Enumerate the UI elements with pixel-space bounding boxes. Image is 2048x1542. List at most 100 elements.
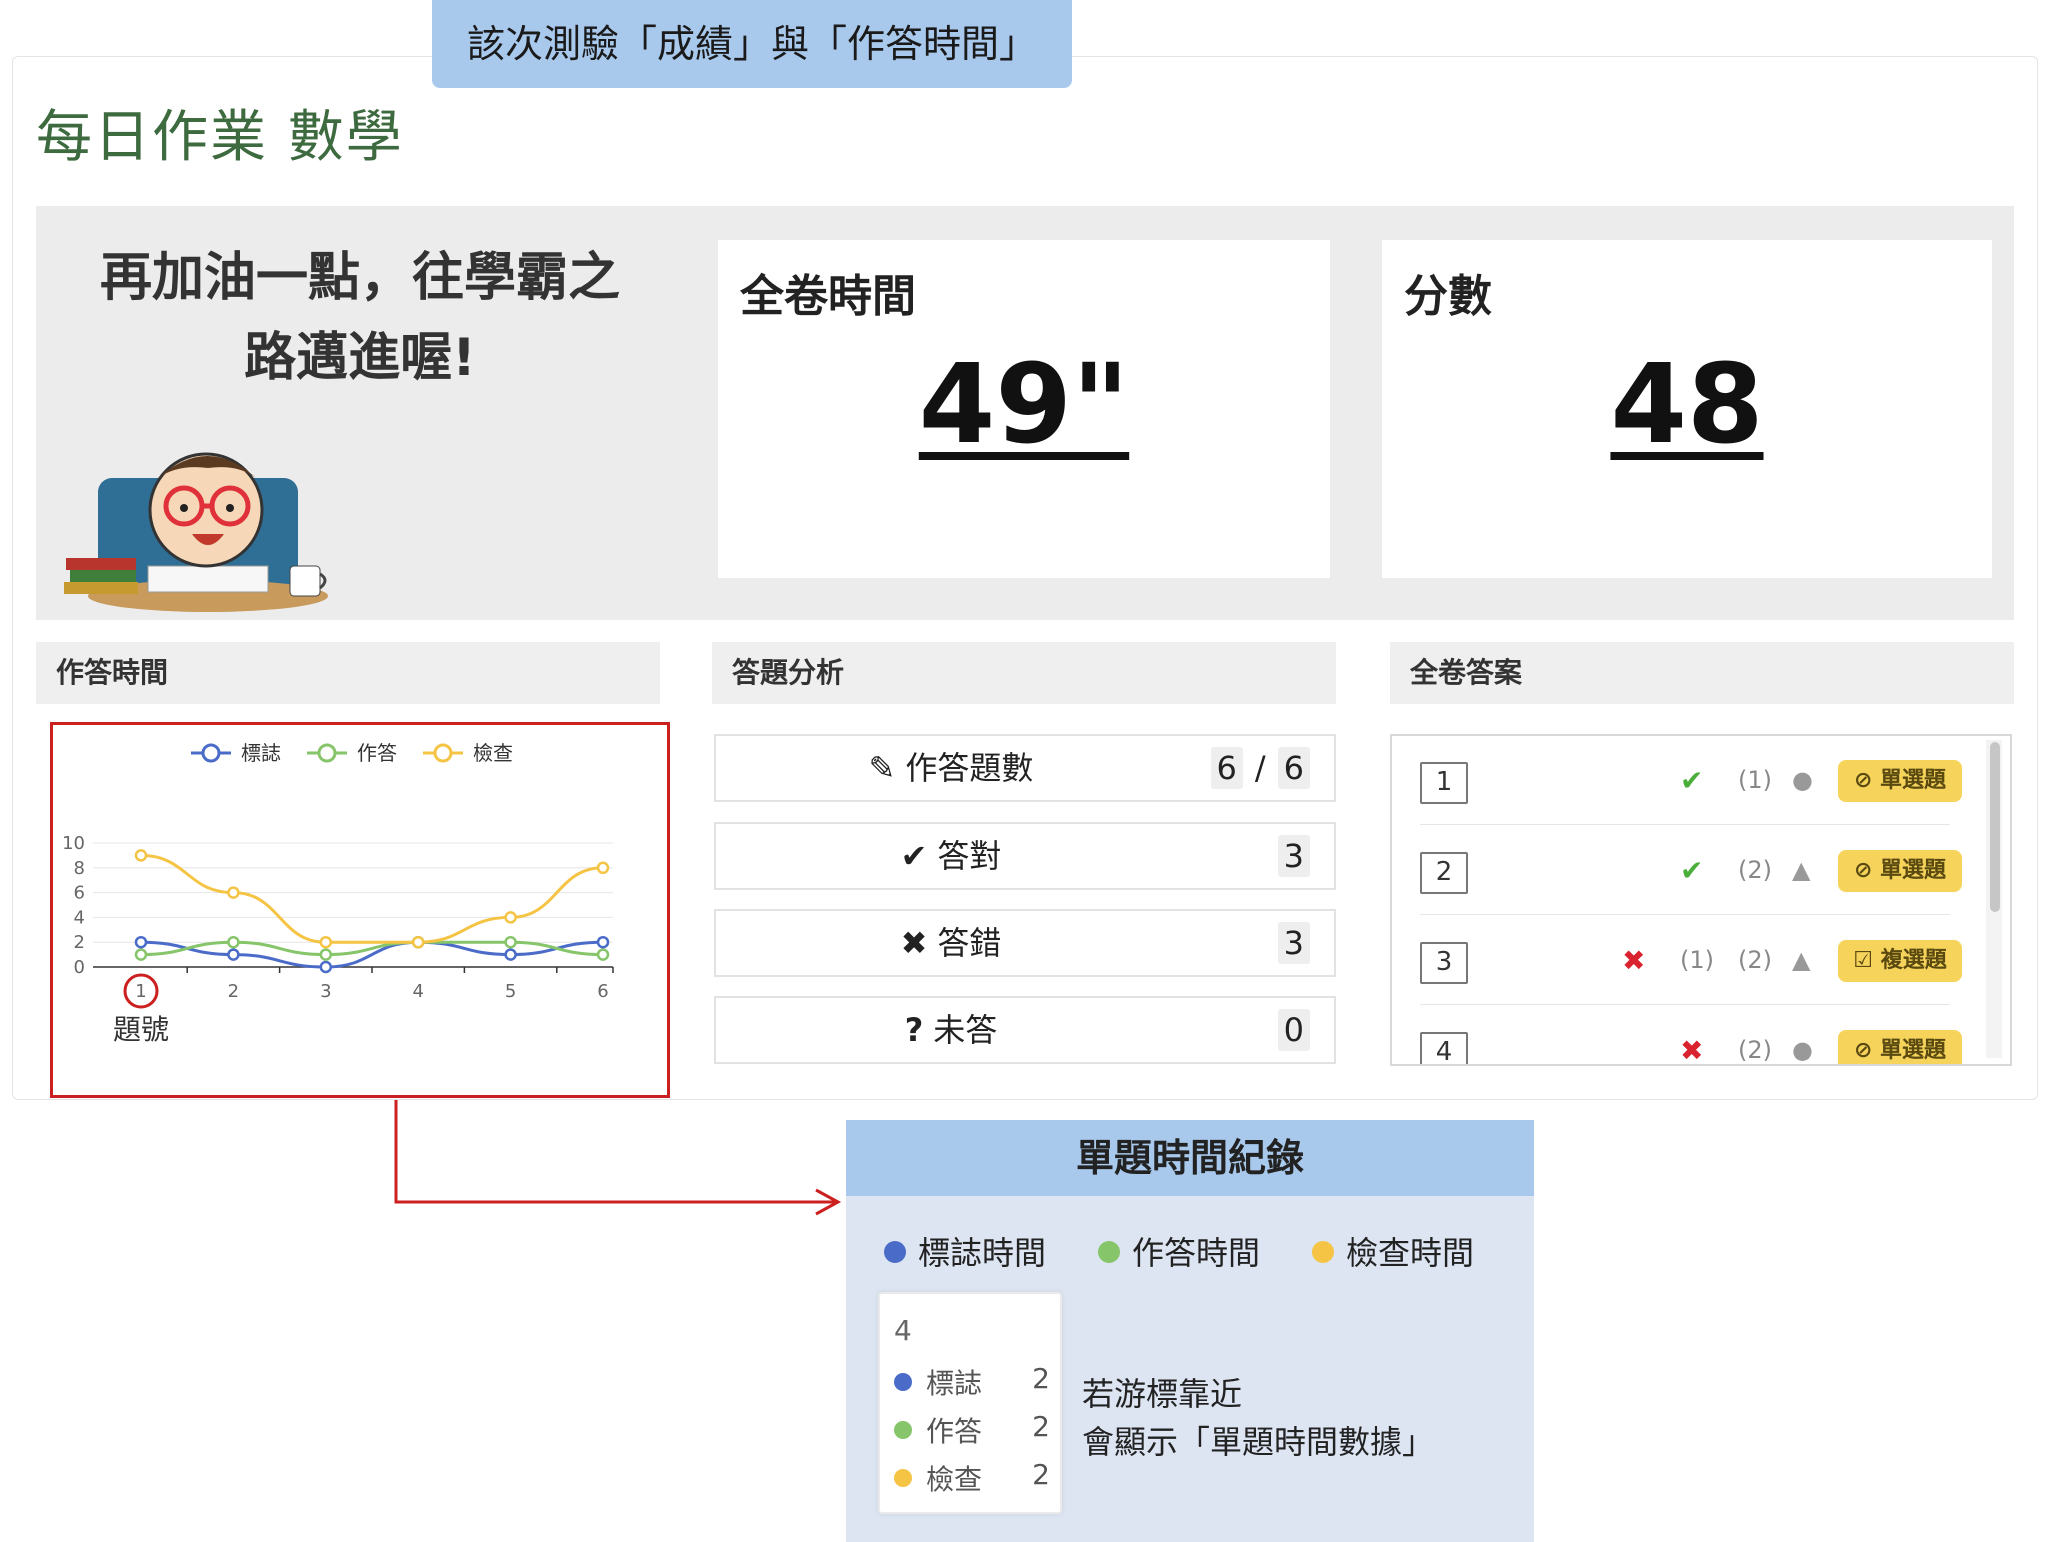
series-line (140, 853, 604, 944)
correct-label-wrap: ✔ 答對 (716, 824, 1186, 888)
answer-row[interactable]: 4 ✖ (2) ● ⊘ 單選題 (1420, 1006, 1962, 1066)
answer-row[interactable]: 1 ✔ (1) ● ⊘ 單選題 (1420, 736, 1962, 825)
analysis-row-answered: ✎ 作答題數 6 / 6 (714, 734, 1336, 802)
data-point (227, 935, 240, 949)
section-header-answers: 全卷答案 (1390, 642, 2014, 704)
correct-check-icon: ✔ (1680, 854, 1704, 887)
wrong-label-wrap: ✖ 答錯 (716, 911, 1186, 975)
x-tick-label: 1 (135, 981, 146, 1002)
legend-label: 檢查時間 (1346, 1234, 1475, 1272)
tooltip-label: 標誌 (926, 1367, 983, 1400)
question-type-badge[interactable]: ⊘ 單選題 (1838, 760, 1962, 802)
total-time-value: 49" (918, 340, 1130, 468)
answered-label: 作答題數 (905, 749, 1034, 787)
total-time-label: 全卷時間 (740, 271, 916, 322)
x-tick-label: 4 (412, 981, 423, 1002)
page-title: 每日作業 數學 (36, 105, 404, 170)
question-type-badge[interactable]: ⊘ 單選題 (1838, 1030, 1962, 1064)
legend-label: 標誌 (241, 741, 281, 765)
data-point (504, 935, 517, 949)
tooltip-label: 作答 (926, 1415, 983, 1448)
section-header-answer-time: 作答時間 (36, 642, 660, 704)
data-point (411, 935, 425, 949)
y-tick-label: 6 (74, 883, 85, 904)
encouragement-line1: 再加油一點，往學霸之 (99, 248, 620, 308)
y-tick-label: 0 (74, 957, 85, 978)
answer-row[interactable]: 2 ✔ (2) ▲ ⊘ 單選題 (1420, 826, 1962, 915)
chart-tooltip: 4 標誌 2 作答 2 檢查 2 (878, 1292, 1062, 1514)
legend-label: 作答 (357, 741, 397, 765)
legend-item-mark-time: 標誌時間 (884, 1228, 1046, 1274)
tooltip-x-value: 4 (894, 1314, 912, 1347)
legend-label: 作答時間 (1132, 1234, 1261, 1272)
data-point (596, 948, 610, 961)
circle-mark-icon: ● (1792, 766, 1813, 794)
callout-note-line2: 會顯示「單題時間數據」 (1082, 1423, 1435, 1461)
data-point (504, 911, 517, 924)
question-number[interactable]: 3 (1420, 942, 1468, 984)
answer-row[interactable]: 3 ✖ (1) (2) ▲ ☑ 複選題 (1420, 916, 1962, 1005)
legend-item-answer-time: 作答時間 (1098, 1228, 1260, 1274)
analysis-row-correct: ✔ 答對 3 (714, 822, 1336, 890)
x-tick-label: 3 (320, 981, 331, 1002)
legend-label: 標誌時間 (918, 1234, 1047, 1272)
question-number[interactable]: 2 (1420, 852, 1468, 894)
legend-dot (884, 1241, 906, 1263)
x-tick-label: 2 (228, 981, 239, 1002)
tooltip-value: 2 (1032, 1458, 1050, 1491)
legend-marker (201, 743, 221, 763)
legend-dot (1312, 1241, 1334, 1263)
y-tick-label: 4 (74, 907, 85, 928)
student-mascot-icon (64, 452, 328, 612)
score-value-wrap: 48 (1382, 340, 1992, 468)
analysis-row-unanswered: ? 未答 0 (714, 996, 1336, 1064)
y-tick-label: 8 (74, 858, 85, 879)
legend-item-check-time: 檢查時間 (1312, 1228, 1474, 1274)
question-type-badge[interactable]: ⊘ 單選題 (1838, 850, 1962, 892)
data-point (227, 886, 240, 899)
total-time-value-wrap: 49" (718, 340, 1330, 468)
callout-note: 若游標靠近 會顯示「單題時間數據」 (1082, 1370, 1434, 1466)
answered-total: 6 (1277, 747, 1310, 789)
x-tick-label: 6 (597, 981, 608, 1002)
answer-time-chart[interactable]: 0 2 4 6 8 10 1 2 3 4 5 6 題號 標誌 作答 檢查 (50, 722, 670, 1098)
score-label: 分數 (1404, 271, 1492, 322)
unanswered-value-wrap: 0 (1277, 1009, 1310, 1051)
total-time-card: 全卷時間 49" (718, 240, 1330, 578)
answer-choice: (2) (1738, 1036, 1772, 1064)
correct-count: 3 (1277, 835, 1310, 877)
question-type-label: 單選題 (1880, 1038, 1947, 1063)
data-point (134, 948, 148, 961)
answer-choice: (2) (1738, 946, 1772, 974)
unanswered-label-wrap: ? 未答 (716, 998, 1186, 1062)
question-number[interactable]: 4 (1420, 1032, 1468, 1064)
question-type-label: 單選題 (1880, 768, 1947, 793)
single-choice-icon: ⊘ (1853, 768, 1873, 793)
line-chart-svg[interactable]: 02468101 2 3 4 5 6題號標誌 作答 檢查 (53, 725, 667, 1095)
wrong-value-wrap: 3 (1277, 922, 1310, 964)
callout-title: 單題時間紀錄 (846, 1120, 1534, 1196)
question-number[interactable]: 1 (1420, 762, 1468, 804)
correct-check-icon: ✔ (1680, 764, 1704, 797)
legend-dot (1098, 1241, 1120, 1263)
y-tick-label: 2 (74, 932, 85, 953)
data-point (134, 935, 148, 949)
tooltip-dot (894, 1421, 912, 1439)
answer-list[interactable]: 1 ✔ (1) ● ⊘ 單選題 2 ✔ (2) ▲ ⊘ 單選題 3 ✖ (1) … (1390, 734, 2012, 1066)
cross-icon: ✖ (900, 924, 928, 962)
tooltip-row: 檢查 2 (894, 1458, 1050, 1498)
question-type-badge[interactable]: ☑ 複選題 (1838, 940, 1962, 982)
answer-choice: (1) (1738, 766, 1772, 794)
wrong-count: 3 (1277, 922, 1310, 964)
tooltip-dot (894, 1373, 912, 1391)
answered-count: 6 (1210, 747, 1243, 789)
answered-label-wrap: ✎ 作答題數 (716, 736, 1186, 800)
wrong-cross-icon: ✖ (1680, 1034, 1704, 1066)
edit-icon: ✎ (868, 749, 896, 787)
tooltip-value: 2 (1032, 1362, 1050, 1395)
data-point (227, 948, 240, 961)
tooltip-label: 檢查 (926, 1463, 983, 1496)
legend-label: 檢查 (473, 741, 513, 765)
answer-list-scroll-thumb[interactable] (1990, 742, 2000, 912)
question-type-label: 單選題 (1880, 858, 1947, 883)
